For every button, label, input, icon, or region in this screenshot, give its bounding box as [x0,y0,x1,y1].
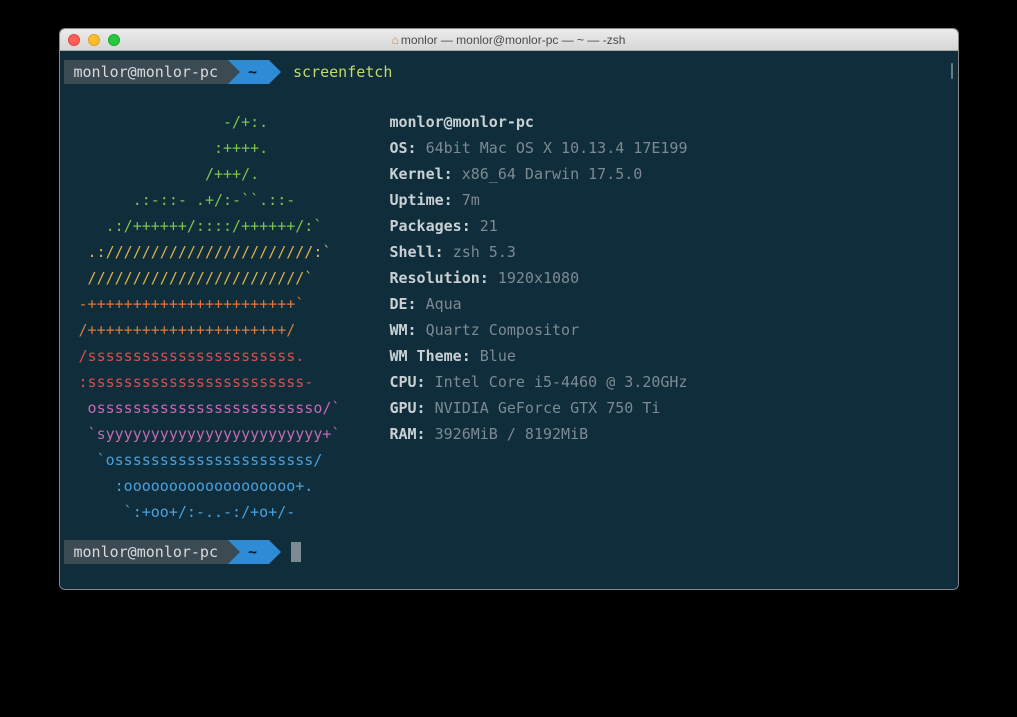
ascii-logo: -/+:. :++++. /+++/. .:-::- .+/:-``.::- .… [70,109,350,525]
uptime-label: Uptime: [389,191,452,209]
window-controls [68,34,120,46]
kernel-value: x86_64 Darwin 17.5.0 [462,165,643,183]
ascii-line: `:+oo+/:-..-:/+o+/- [70,503,350,521]
ascii-line: /+++/. [70,165,350,183]
ascii-line: /++++++++++++++++++++++/ [70,321,350,339]
terminal-window: ⌂monlor — monlor@monlor-pc — ~ — -zsh mo… [59,28,959,590]
window-title-text: monlor — monlor@monlor-pc — ~ — -zsh [401,33,626,47]
command-text: screenfetch [293,59,392,85]
ascii-line: -+++++++++++++++++++++++` [70,295,350,313]
ram-value: 3926MiB / 8192MiB [435,425,589,443]
resolution-value: 1920x1080 [498,269,579,287]
ram-label: RAM: [389,425,425,443]
packages-value: 21 [480,217,498,235]
prompt-line-1: monlor@monlor-pc ~ screenfetch [64,59,954,85]
prompt-user-host: monlor@monlor-pc [64,540,229,564]
ascii-line: -/+:. [70,113,350,131]
close-icon[interactable] [68,34,80,46]
prompt-user-host-text: monlor@monlor-pc [74,59,219,85]
gpu-value: NVIDIA GeForce GTX 750 Ti [435,399,661,417]
os-label: OS: [389,139,416,157]
wmtheme-value: Blue [480,347,516,365]
titlebar[interactable]: ⌂monlor — monlor@monlor-pc — ~ — -zsh [60,29,958,51]
minimize-icon[interactable] [88,34,100,46]
system-info: monlor@monlor-pc OS: 64bit Mac OS X 10.1… [389,109,687,525]
de-label: DE: [389,295,416,313]
wm-label: WM: [389,321,416,339]
kernel-label: Kernel: [389,165,452,183]
os-value: 64bit Mac OS X 10.13.4 17E199 [426,139,688,157]
ascii-line: :++++. [70,139,350,157]
ascii-line: :ooooooooooooooooooo+. [70,477,350,495]
prompt-user-host: monlor@monlor-pc [64,60,229,84]
wm-value: Quartz Compositor [426,321,580,339]
home-icon: ⌂ [392,33,399,47]
scrollbar[interactable] [951,63,953,79]
ascii-line: `ossssssssssssssssssssss/ [70,451,350,469]
terminal-body[interactable]: monlor@monlor-pc ~ screenfetch -/+:. :++… [60,51,958,589]
prompt-dir-text: ~ [248,59,257,85]
gpu-label: GPU: [389,399,425,417]
window-title: ⌂monlor — monlor@monlor-pc — ~ — -zsh [60,33,958,47]
wmtheme-label: WM Theme: [389,347,470,365]
ascii-line: .:-::- .+/:-``.::- [70,191,350,209]
uptime-value: 7m [462,191,480,209]
packages-label: Packages: [389,217,470,235]
ascii-line: ////////////////////////` [70,269,350,287]
screenfetch-output: -/+:. :++++. /+++/. .:-::- .+/:-``.::- .… [64,89,954,535]
shell-value: zsh 5.3 [453,243,516,261]
ascii-line: /sssssssssssssssssssssss. [70,347,350,365]
ascii-line: .:/++++++/::::/++++++/:` [70,217,350,235]
info-header: monlor@monlor-pc [389,113,534,131]
cpu-label: CPU: [389,373,425,391]
ascii-line: :ssssssssssssssssssssssss- [70,373,350,391]
cursor [291,542,301,562]
prompt-user-host-text: monlor@monlor-pc [74,539,219,565]
zoom-icon[interactable] [108,34,120,46]
ascii-line: osssssssssssssssssssssssso/` [70,399,350,417]
shell-label: Shell: [389,243,443,261]
resolution-label: Resolution: [389,269,488,287]
ascii-line: .:///////////////////////:` [70,243,350,261]
prompt-dir-text: ~ [248,539,257,565]
prompt-line-2[interactable]: monlor@monlor-pc ~ [64,539,954,565]
cpu-value: Intel Core i5-4460 @ 3.20GHz [435,373,688,391]
ascii-line: `syyyyyyyyyyyyyyyyyyyyyyyy+` [70,425,350,443]
de-value: Aqua [426,295,462,313]
